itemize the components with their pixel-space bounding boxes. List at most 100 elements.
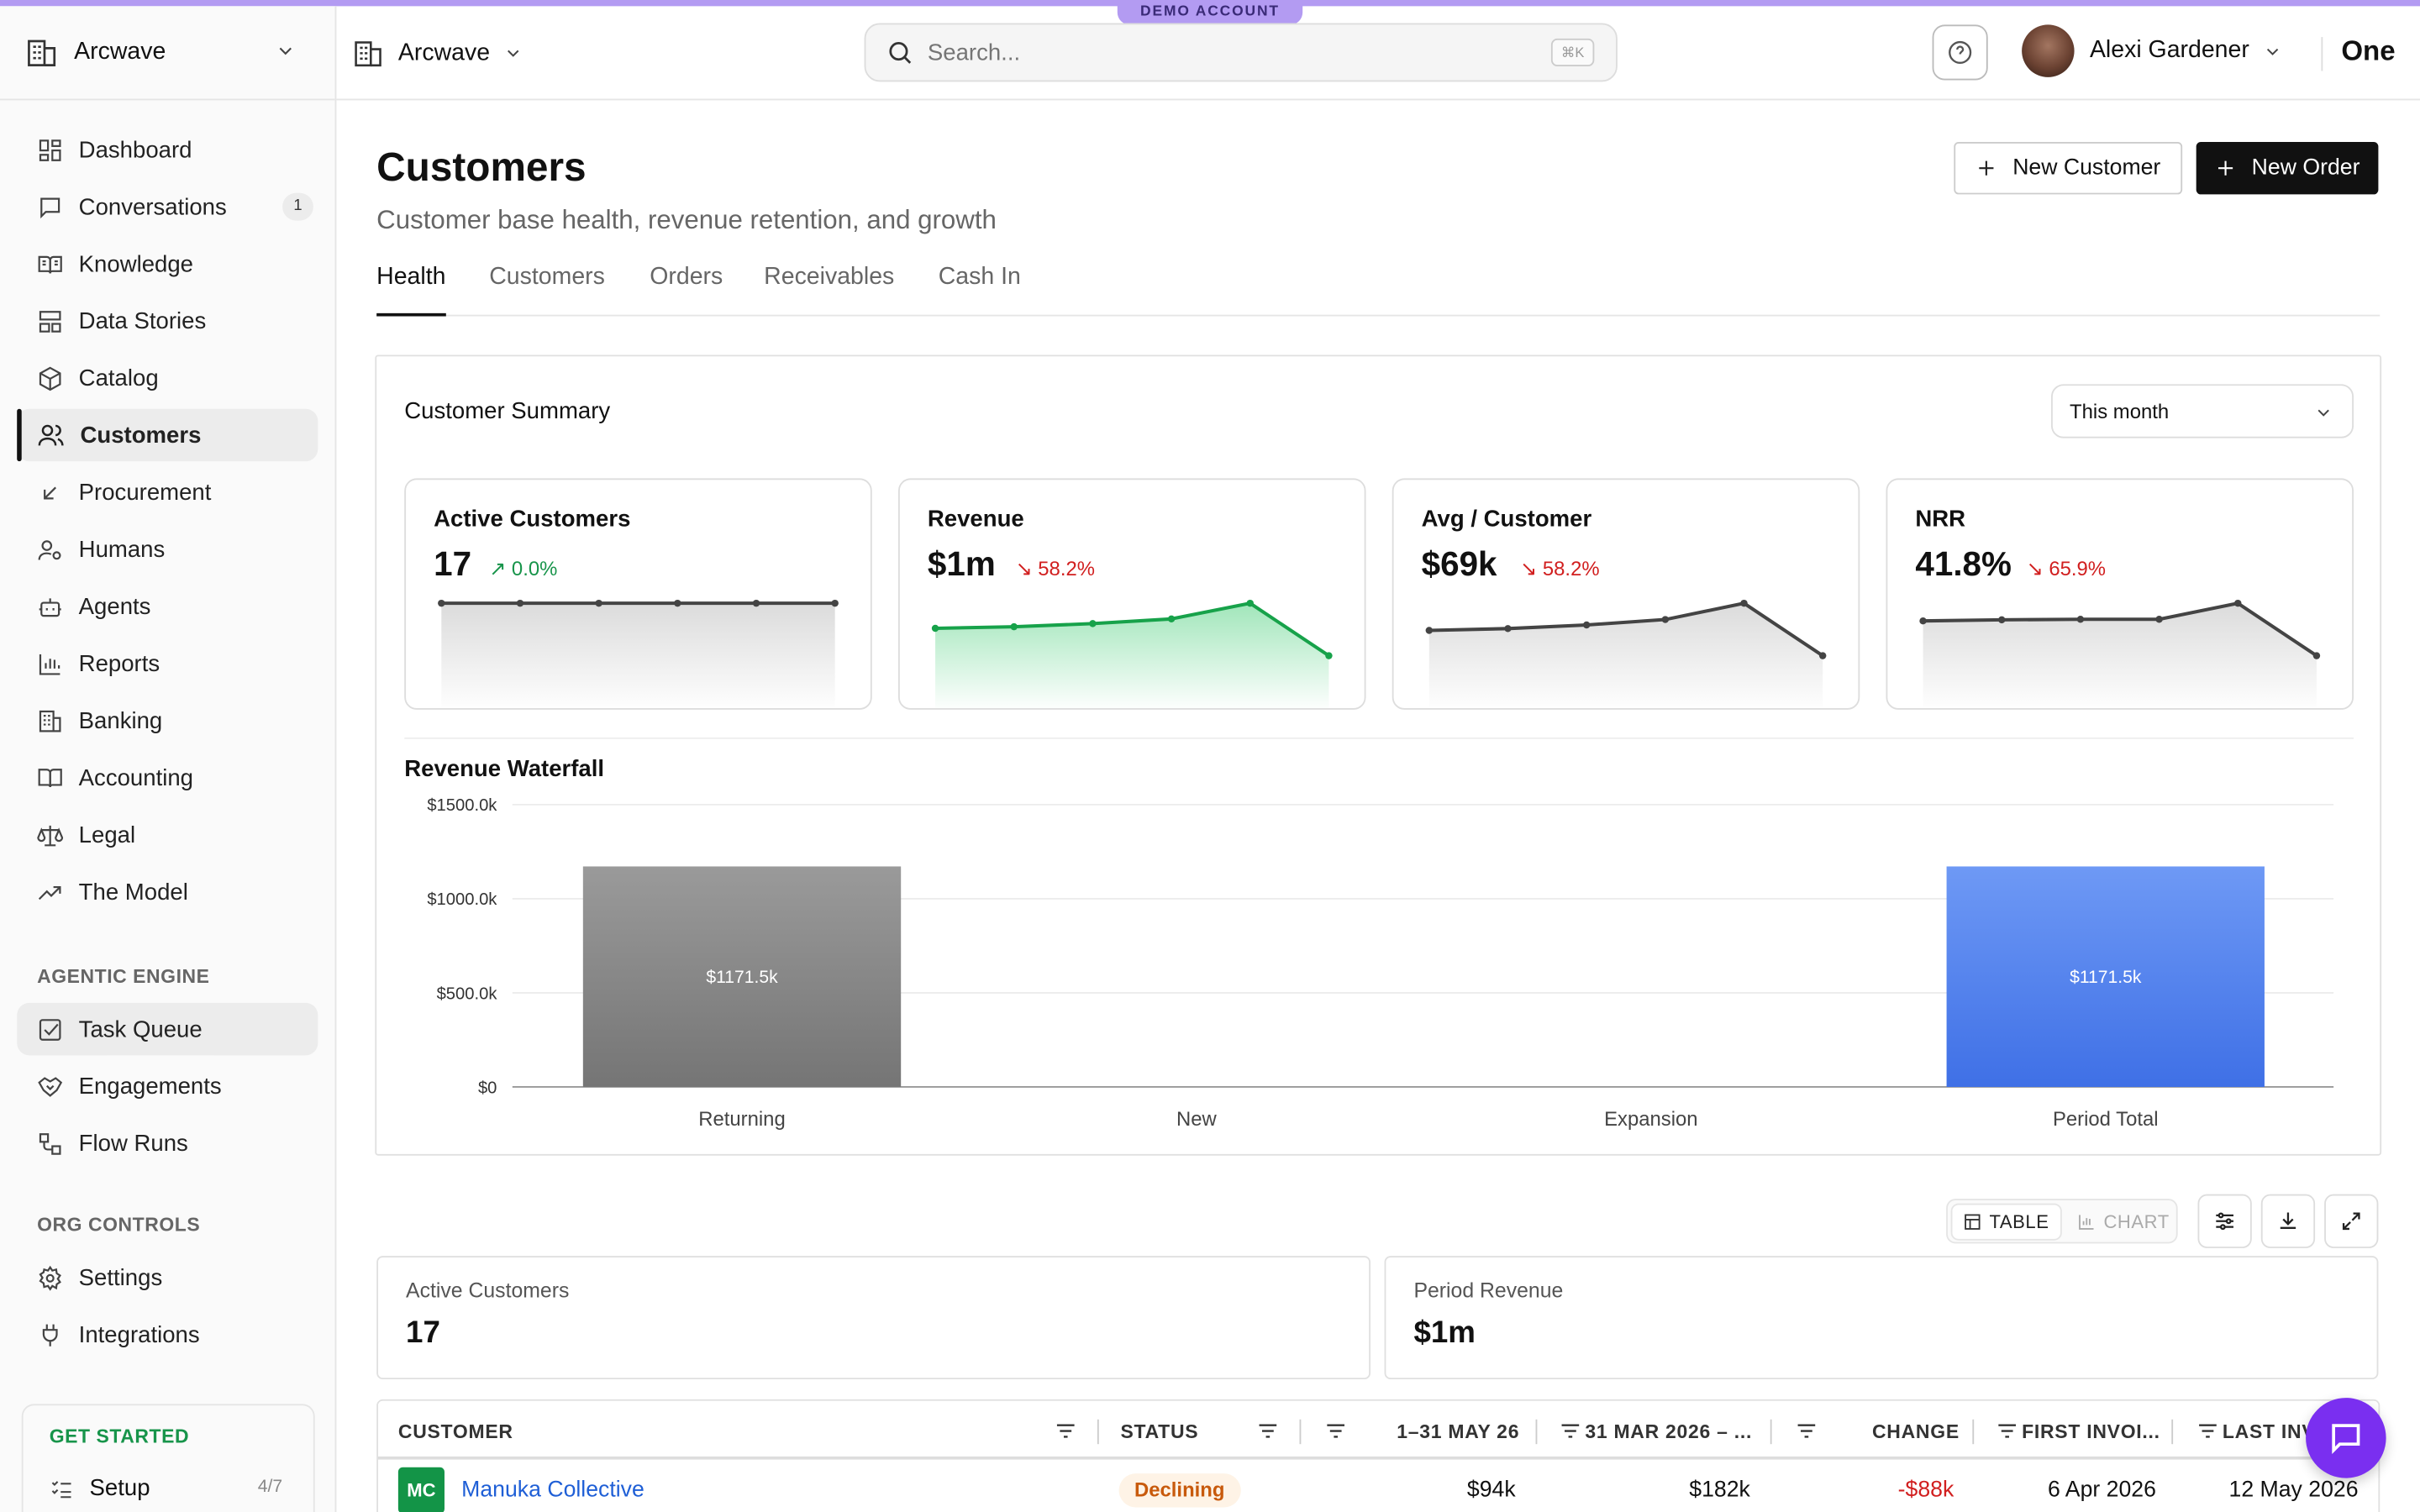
section-title: Customer Summary bbox=[404, 397, 611, 425]
kpi-change: ↘ 65.9% bbox=[2027, 557, 2106, 581]
sidebar-item-agents[interactable]: Agents bbox=[17, 580, 318, 633]
sidebar-item-procurement[interactable]: Procurement bbox=[17, 466, 318, 518]
sidebar-item-settings[interactable]: Settings bbox=[17, 1252, 318, 1304]
sparkline-point bbox=[1818, 652, 1827, 659]
page-title: Customers bbox=[376, 143, 587, 190]
filter-icon[interactable] bbox=[1795, 1420, 1818, 1443]
expand-icon bbox=[2342, 1212, 2360, 1231]
column-header-previous-period[interactable]: 31 MAR 2026 – ... bbox=[1585, 1421, 1752, 1443]
filter-icon[interactable] bbox=[1996, 1420, 2019, 1443]
tab-cash-in[interactable]: Cash In bbox=[939, 264, 1021, 316]
layout-icon bbox=[39, 310, 61, 332]
kpi-value: $69k bbox=[1421, 544, 1497, 584]
column-header-change[interactable]: CHANGE bbox=[1872, 1421, 1960, 1443]
period-select[interactable]: This month bbox=[2051, 384, 2354, 438]
stat-card-period-revenue: Period Revenue $1m bbox=[1384, 1256, 2379, 1380]
org-switcher[interactable]: Arcwave bbox=[0, 6, 335, 101]
filter-icon[interactable] bbox=[1559, 1420, 1582, 1443]
sparkline-point bbox=[931, 624, 939, 633]
tab-health[interactable]: Health bbox=[376, 264, 446, 317]
sidebar-item-data-stories[interactable]: Data Stories bbox=[17, 295, 318, 347]
filter-icon[interactable] bbox=[2196, 1420, 2220, 1443]
help-button[interactable] bbox=[1932, 24, 1988, 81]
tab-customers[interactable]: Customers bbox=[489, 264, 605, 316]
sidebar-item-catalog[interactable]: Catalog bbox=[17, 352, 318, 404]
column-settings-button[interactable] bbox=[2197, 1194, 2252, 1248]
sidebar-item-conversations[interactable]: Conversations 1 bbox=[17, 181, 318, 233]
sidebar-item-reports[interactable]: Reports bbox=[17, 638, 318, 690]
kpi-sparkline bbox=[438, 599, 839, 709]
sidebar-item-integrations[interactable]: Integrations bbox=[17, 1309, 318, 1361]
kpi-label: Active Customers bbox=[434, 506, 631, 533]
setup-item[interactable]: Setup bbox=[50, 1475, 150, 1501]
chat-launcher-button[interactable] bbox=[2306, 1398, 2386, 1478]
filter-icon[interactable] bbox=[1256, 1420, 1280, 1443]
chevron-down-icon bbox=[2317, 409, 2329, 417]
sidebar-item-customers[interactable]: Customers bbox=[17, 408, 318, 462]
kpi-card-active-customers[interactable]: Active Customers 17 ↗ 0.0% bbox=[404, 478, 872, 710]
chart-view-button[interactable]: CHART bbox=[2066, 1205, 2180, 1238]
sidebar-item-flow-runs[interactable]: Flow Runs bbox=[17, 1117, 318, 1169]
workspace-switcher[interactable]: Arcwave bbox=[352, 37, 524, 70]
sidebar-item-legal[interactable]: Legal bbox=[17, 808, 318, 860]
sidebar-item-the-model[interactable]: The Model bbox=[17, 865, 318, 917]
header-divider bbox=[2321, 37, 2323, 71]
sparkline-point bbox=[2155, 616, 2163, 623]
sparkline-point bbox=[516, 599, 524, 607]
gear-icon bbox=[39, 1264, 61, 1290]
building-icon bbox=[28, 39, 56, 66]
tab-receivables[interactable]: Receivables bbox=[764, 264, 894, 316]
filter-icon[interactable] bbox=[1054, 1420, 1077, 1443]
arrow-down-right-icon: ↘ bbox=[2026, 557, 2044, 580]
sparkline-point bbox=[1582, 621, 1591, 629]
sidebar-item-humans[interactable]: Humans bbox=[17, 523, 318, 575]
sidebar-item-label: Customers bbox=[80, 422, 202, 449]
stat-card-active-customers: Active Customers 17 bbox=[376, 1256, 1371, 1380]
kpi-value: 17 bbox=[434, 544, 472, 584]
expand-button[interactable] bbox=[2324, 1194, 2379, 1248]
users-icon bbox=[38, 424, 64, 446]
sparkline-area bbox=[935, 603, 1329, 709]
cell-current-period: $94k bbox=[1466, 1478, 1516, 1503]
sparkline-point bbox=[831, 599, 839, 607]
search-input[interactable] bbox=[927, 39, 1514, 66]
sidebar-item-knowledge[interactable]: Knowledge bbox=[17, 238, 318, 290]
column-header-first-invoice[interactable]: FIRST INVOI... bbox=[2022, 1421, 2160, 1443]
sidebar-item-label: Knowledge bbox=[78, 250, 194, 277]
kpi-card-revenue[interactable]: Revenue $1m ↘ 58.2% bbox=[897, 478, 1366, 710]
new-order-button[interactable]: New Order bbox=[2196, 141, 2379, 195]
sidebar-item-dashboard[interactable]: Dashboard bbox=[17, 123, 318, 176]
sparkline-point bbox=[1246, 599, 1254, 607]
sparkline-point bbox=[1010, 622, 1018, 631]
table-view-button[interactable]: TABLE bbox=[1952, 1205, 2060, 1239]
column-header-customer[interactable]: CUSTOMER bbox=[398, 1421, 513, 1443]
sidebar-item-accounting[interactable]: Accounting bbox=[17, 751, 318, 803]
filter-icon[interactable] bbox=[1324, 1420, 1348, 1443]
y-tick-label: $1000.0k bbox=[427, 890, 497, 909]
tab-orders[interactable]: Orders bbox=[650, 264, 723, 316]
kpi-label: NRR bbox=[1915, 506, 1966, 533]
kpi-change-value: 0.0% bbox=[511, 557, 558, 580]
brand-logo[interactable]: One bbox=[2341, 35, 2395, 68]
search-bar[interactable]: ⌘K bbox=[864, 23, 1618, 82]
new-customer-button[interactable]: New Customer bbox=[1954, 141, 2183, 195]
kpi-change: ↘ 58.2% bbox=[1016, 557, 1095, 581]
customer-name-link[interactable]: Manuka Collective bbox=[461, 1478, 644, 1503]
table-header: CUSTOMER STATUS 1–31 MAY 26 31 MAR 2026 … bbox=[378, 1400, 2379, 1460]
kpi-card-nrr[interactable]: NRR 41.8% ↘ 65.9% bbox=[1886, 478, 2354, 710]
column-header-current-period[interactable]: 1–31 MAY 26 bbox=[1397, 1421, 1519, 1443]
kpi-card-avg-customer[interactable]: Avg / Customer $69k ↘ 58.2% bbox=[1392, 478, 1860, 710]
download-button[interactable] bbox=[2260, 1194, 2316, 1248]
column-separator bbox=[1299, 1419, 1302, 1445]
user-menu[interactable]: Alexi Gardener bbox=[2022, 24, 2283, 77]
sidebar-item-task-queue[interactable]: Task Queue bbox=[17, 1002, 318, 1056]
sparkline-point bbox=[2312, 652, 2321, 659]
column-header-status[interactable]: STATUS bbox=[1120, 1421, 1198, 1443]
sidebar-item-banking[interactable]: Banking bbox=[17, 695, 318, 747]
kpi-change-value: 58.2% bbox=[1542, 557, 1600, 580]
sidebar-item-label: Dashboard bbox=[78, 136, 192, 163]
kpi-value: 41.8% bbox=[1915, 544, 2012, 584]
sidebar-item-label: Task Queue bbox=[78, 1016, 203, 1042]
sparkline-point bbox=[2076, 616, 2085, 623]
sidebar-item-engagements[interactable]: Engagements bbox=[17, 1060, 318, 1112]
